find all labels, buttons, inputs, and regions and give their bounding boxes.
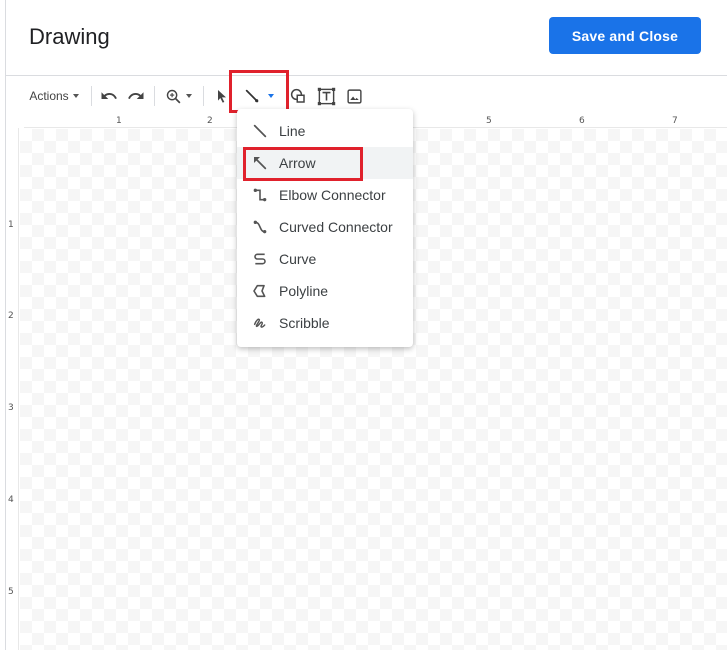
undo-icon: [101, 92, 117, 99]
menu-item-line[interactable]: Line: [237, 115, 413, 147]
ruler-label: 7: [672, 116, 678, 126]
select-icon: [218, 90, 226, 103]
polyline-icon: [251, 282, 269, 300]
redo-button[interactable]: [125, 83, 147, 109]
ruler-label: 6: [579, 116, 585, 126]
dialog-header: Drawing Save and Close: [6, 0, 727, 76]
shape-icon: [290, 88, 305, 103]
toolbar-divider: [154, 86, 155, 106]
image-button[interactable]: [343, 83, 365, 109]
menu-item-curve[interactable]: Curve: [237, 243, 413, 275]
menu-item-label: Curved Connector: [279, 219, 393, 235]
menu-item-polyline[interactable]: Polyline: [237, 275, 413, 307]
ruler-label: 5: [486, 116, 492, 126]
menu-item-label: Line: [279, 123, 306, 139]
ruler-label: 1: [116, 116, 122, 126]
line-icon: [251, 122, 269, 140]
actions-label: Actions: [29, 89, 69, 103]
zoom-icon: [166, 89, 180, 103]
image-icon: [346, 88, 362, 104]
ruler-label: 2: [8, 311, 14, 321]
ruler-label: 1: [8, 220, 14, 230]
scribble-icon: [251, 314, 269, 332]
line-type-menu: Line Arrow Elbow Connector Curved Connec…: [237, 109, 413, 347]
menu-item-label: Elbow Connector: [279, 187, 386, 203]
redo-icon: [128, 92, 144, 99]
actions-menu-button[interactable]: Actions: [26, 83, 82, 109]
vertical-ruler: 1 2 3 4 5: [6, 128, 19, 650]
drawing-dialog: Drawing Save and Close Actions 1 2 5 6 7…: [5, 0, 727, 650]
chevron-down-icon: [185, 94, 192, 98]
elbow-connector-icon: [251, 186, 269, 204]
curve-icon: [251, 250, 269, 268]
toolbar-divider: [203, 86, 204, 106]
undo-button[interactable]: [98, 83, 120, 109]
ruler-label: 5: [8, 587, 14, 597]
line-tool-highlight: [229, 70, 289, 113]
chevron-down-icon: [72, 94, 79, 98]
menu-item-label: Curve: [279, 251, 317, 267]
text-box-icon: [317, 87, 335, 105]
ruler-label: 2: [207, 116, 213, 126]
zoom-button[interactable]: [161, 83, 195, 109]
ruler-label: 4: [8, 495, 14, 505]
curved-connector-icon: [251, 218, 269, 236]
menu-item-label: Polyline: [279, 283, 329, 299]
text-box-button[interactable]: [314, 83, 338, 109]
menu-item-scribble[interactable]: Scribble: [237, 307, 413, 339]
save-and-close-button[interactable]: Save and Close: [549, 17, 701, 54]
menu-item-curved-connector[interactable]: Curved Connector: [237, 211, 413, 243]
dialog-title: Drawing: [29, 24, 110, 49]
menu-item-label: Scribble: [279, 315, 330, 331]
shape-button[interactable]: [287, 83, 309, 109]
arrow-item-highlight: [243, 147, 363, 181]
toolbar-divider: [91, 86, 92, 106]
menu-item-elbow-connector[interactable]: Elbow Connector: [237, 179, 413, 211]
ruler-label: 3: [8, 403, 14, 413]
